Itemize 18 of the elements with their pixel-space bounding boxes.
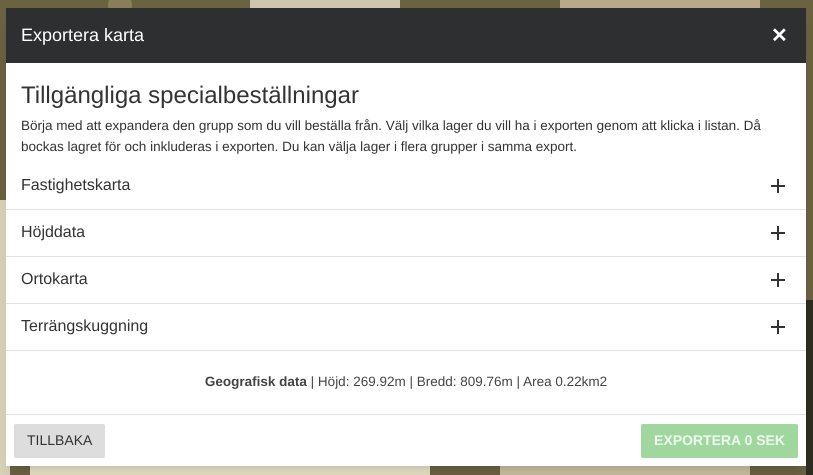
plus-icon [770, 225, 786, 241]
group-row[interactable]: Höjddata [6, 210, 806, 257]
dialog-title: Exportera karta [21, 24, 144, 47]
group-label: Höjddata [21, 223, 86, 243]
plus-icon [770, 178, 786, 194]
plus-icon [770, 319, 786, 335]
group-row[interactable]: Ortokarta [6, 257, 806, 304]
group-label: Terrängskuggning [21, 317, 148, 337]
back-button[interactable]: TILLBAKA [14, 424, 106, 458]
group-row[interactable]: Fastighetskarta [6, 163, 806, 210]
intro-text: Börja med att expandera den grupp som du vill beställa från. Välj vilka lager du vill ha i exporten genom att klicka i listan. Då bockas lagret för och inkluderas i exporten. Du kan välja lager i flera grupper i samma export. [21, 117, 762, 156]
group-label: Ortokarta [21, 270, 88, 290]
info-text: Geografisk data | Höjd: 269.92m | Bredd: 809.76m | Area 0.22km2 [204, 373, 608, 392]
close-button[interactable]: ✕ [771, 26, 788, 46]
plus-icon [770, 272, 786, 288]
heading: Tillgängliga specialbeställningar [21, 81, 360, 111]
group-row[interactable]: Terrängskuggning [6, 304, 806, 351]
group-label: Fastighetskarta [21, 176, 130, 196]
